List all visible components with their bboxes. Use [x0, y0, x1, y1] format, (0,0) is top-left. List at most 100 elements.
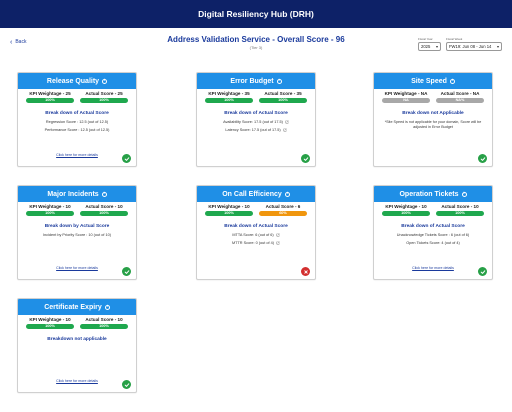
check-icon	[122, 380, 131, 389]
kpi-weightage-label: KPI Weightage - 10	[29, 317, 71, 322]
fiscal-year-value: 2025	[421, 44, 431, 49]
external-link-icon[interactable]	[276, 241, 280, 245]
fiscal-week-label: Fiscal Week	[446, 37, 463, 41]
kpi-card-site-speed: Site Speed i KPI Weightage - NA NA Actua…	[373, 72, 493, 167]
breakdown-line: Unacknowledge Tickets Score : 6 (out of …	[396, 232, 470, 237]
actual-score-pill: 60%	[259, 210, 307, 216]
fiscal-week-value: FW19: Jun 08 - Jun 14	[449, 44, 492, 49]
check-icon	[301, 154, 310, 163]
info-icon[interactable]: i	[276, 78, 282, 84]
actual-score-pill: 100%	[80, 323, 128, 329]
kpi-weightage-pill: 100%	[382, 210, 430, 216]
check-icon	[478, 154, 487, 163]
kpi-weightage-pill: 100%	[205, 210, 253, 216]
breakdown-title: Break down by Actual Score	[44, 223, 110, 229]
actual-score-pill: 100%	[436, 210, 484, 216]
card-header: Site Speed i	[374, 73, 492, 89]
app-header: Digital Resiliency Hub (DRH)	[0, 0, 512, 28]
fiscal-year-select[interactable]: Fiscal Year 2025 ▾	[418, 37, 441, 51]
actual-score-label: Actual Score - 35	[264, 91, 302, 96]
kpi-weightage-pill: 100%	[205, 97, 253, 103]
breakdown-title: Break down of Actual Score	[224, 223, 288, 229]
kpi-weightage-pill: 100%	[26, 210, 74, 216]
chevron-down-icon: ▾	[496, 44, 499, 49]
check-icon	[478, 267, 487, 276]
check-icon	[122, 267, 131, 276]
more-details-link[interactable]: Click here for more details	[374, 266, 492, 270]
kpi-weightage-pill: 100%	[26, 323, 74, 329]
check-icon	[122, 154, 131, 163]
card-header: Major Incidents i	[18, 186, 136, 202]
info-icon[interactable]: i	[461, 191, 467, 197]
card-title: Operation Tickets	[399, 190, 459, 198]
info-icon[interactable]: i	[104, 304, 110, 310]
breakdown-line-text: MTTA Score: 6 (out of 6)	[232, 232, 274, 237]
info-icon[interactable]: i	[284, 191, 290, 197]
external-link-icon[interactable]	[276, 233, 280, 237]
fiscal-week-select[interactable]: Fiscal Week FW19: Jun 08 - Jun 14 ▾	[446, 37, 502, 51]
actual-score-pill: NA%	[436, 97, 484, 103]
page-subheader: ‹ Back Address Validation Service - Over…	[0, 28, 512, 56]
fiscal-year-label: Fiscal Year	[418, 37, 433, 41]
card-title: Site Speed	[411, 77, 447, 85]
card-title: Release Quality	[46, 77, 100, 85]
card-header: On Call Efficiency i	[197, 186, 315, 202]
breakdown-title: Break down of Actual Score	[401, 223, 465, 229]
actual-score-label: Actual Score - 25	[85, 91, 123, 96]
kpi-weightage-label: KPI Weightage - NA	[384, 91, 428, 96]
actual-score-pill: 100%	[259, 97, 307, 103]
actual-score-label: Actual Score - NA	[440, 91, 480, 96]
actual-score-pill: 100%	[80, 210, 128, 216]
actual-score-label: Actual Score - 10	[85, 317, 123, 322]
breakdown-title: Break down not Applicable	[402, 110, 464, 116]
info-icon[interactable]: i	[101, 191, 107, 197]
kpi-weightage-label: KPI Weightage - 25	[29, 91, 71, 96]
chevron-down-icon: ▾	[435, 44, 438, 49]
kpi-card-operation-tickets: Operation Tickets i KPI Weightage - 10 1…	[373, 185, 493, 280]
kpi-card-major-incidents: Major Incidents i KPI Weightage - 10 100…	[17, 185, 137, 280]
breakdown-line-text: Latency Score: 17.5 (out of 17.5)	[225, 127, 281, 132]
breakdown-line-text: Availability Score: 17.5 (out of 17.5)	[223, 119, 283, 124]
app-title: Digital Resiliency Hub (DRH)	[198, 9, 314, 19]
kpi-weightage-pill: 100%	[26, 97, 74, 103]
site-speed-note: *Site Speed is not applicable for your d…	[384, 119, 482, 129]
kpi-card-error-budget: Error Budget i KPI Weightage - 35 100% A…	[196, 72, 316, 167]
breakdown-title: Breakdown not applicable	[47, 336, 107, 342]
card-title: Major Incidents	[47, 190, 99, 198]
breakdown-line: Incident by Priority Score : 10 (out of …	[43, 232, 111, 237]
actual-score-label: Actual Score - 10	[85, 204, 123, 209]
more-details-link[interactable]: Click here for more details	[18, 379, 136, 383]
card-title: On Call Efficiency	[222, 190, 282, 198]
breakdown-title: Break down of Actual Score	[224, 110, 288, 116]
kpi-card-certificate-expiry: Certificate Expiry i KPI Weightage - 10 …	[17, 298, 137, 393]
info-icon[interactable]: i	[102, 78, 108, 84]
kpi-card-release-quality: Release Quality i KPI Weightage - 25 100…	[17, 72, 137, 167]
breakdown-line: Regression Score : 12.5 (out of 12.5)	[45, 119, 109, 124]
external-link-icon[interactable]	[283, 128, 287, 132]
card-header: Error Budget i	[197, 73, 315, 89]
info-icon[interactable]: i	[449, 78, 455, 84]
actual-score-label: Actual Score - 6	[265, 204, 301, 209]
card-header: Operation Tickets i	[374, 186, 492, 202]
card-title: Error Budget	[230, 77, 274, 85]
kpi-weightage-pill: NA	[382, 97, 430, 103]
kpi-weightage-label: KPI Weightage - 10	[208, 204, 250, 209]
breakdown-line: Performance Score : 12.5 (out of 12.5)	[44, 127, 110, 132]
breakdown-line: Latency Score: 17.5 (out of 17.5)	[197, 128, 315, 132]
breakdown-line: Availability Score: 17.5 (out of 17.5)	[197, 120, 315, 124]
breakdown-title: Break down of Actual Score	[45, 110, 109, 116]
actual-score-pill: 100%	[80, 97, 128, 103]
breakdown-line: MTTA Score: 6 (out of 6)	[197, 233, 315, 237]
kpi-weightage-label: KPI Weightage - 35	[208, 91, 250, 96]
kpi-weightage-label: KPI Weightage - 10	[385, 204, 427, 209]
card-header: Release Quality i	[18, 73, 136, 89]
actual-score-label: Actual Score - 10	[441, 204, 479, 209]
breakdown-line: MTTR Score: 0 (out of 4)	[197, 241, 315, 245]
external-link-icon[interactable]	[285, 120, 289, 124]
card-header: Certificate Expiry i	[18, 299, 136, 315]
more-details-link[interactable]: Click here for more details	[18, 266, 136, 270]
breakdown-line-text: MTTR Score: 0 (out of 4)	[232, 240, 274, 245]
more-details-link[interactable]: Click here for more details	[18, 153, 136, 157]
kpi-card-on-call-efficiency: On Call Efficiency i KPI Weightage - 10 …	[196, 185, 316, 280]
cross-icon	[301, 267, 310, 276]
